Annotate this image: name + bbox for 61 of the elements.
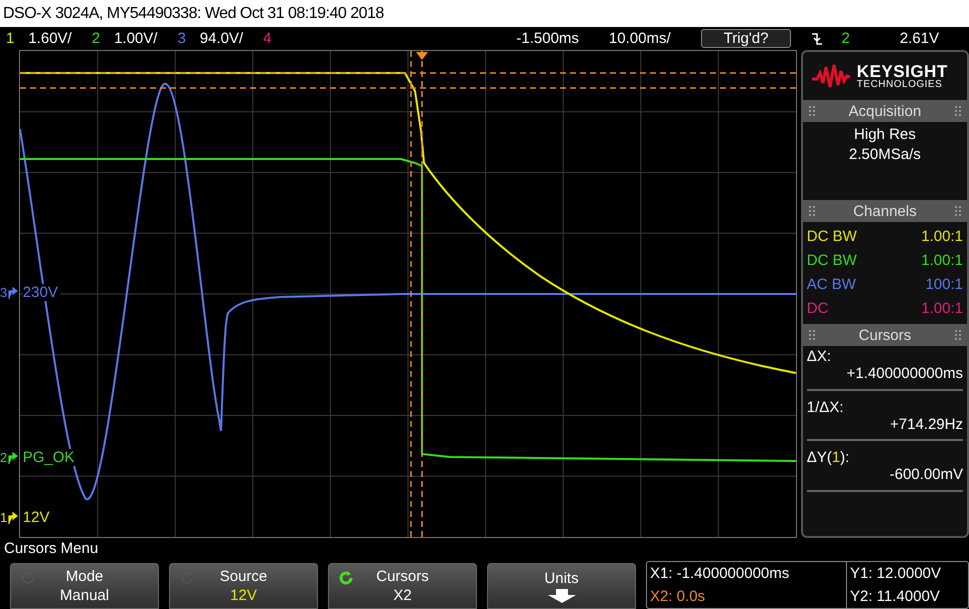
channel-scale: 94.0V/ [200,30,244,47]
probe-ratio: 100:1 [925,275,963,295]
softkey-button[interactable]: Mode Manual [10,563,159,609]
grip-icon [808,206,815,216]
window-title: DSO-X 3024A, MY54490338: Wed Oct 31 08:19:40 2018 [0,0,969,27]
timebase: 10.00ms/ [608,30,671,47]
grip-icon [955,330,961,340]
trigger-level: 2.61V [900,30,939,47]
logo-name: KEYSIGHT [856,62,948,80]
channel-scale: 1.60V/ [28,30,72,47]
falling-edge-icon [811,32,824,46]
channel-number: 3 [0,285,8,300]
readout-value: Y2: 11.4000V [850,588,941,605]
readout-value: X2: 0.0s [650,588,706,605]
grip-icon [955,106,961,116]
grip-icon [955,206,961,216]
channel-coupling: DC BW [806,227,857,247]
channel-number: 4 [263,30,272,47]
probe-ratio: 1.00:1 [921,227,963,247]
channel-coupling: AC BW [806,275,856,295]
readout-value: -600.00mV [890,466,963,484]
probe-ratio: 1.00:1 [921,251,963,271]
logo-tagline: TECHNOLOGIES [856,80,944,90]
waveform-logo-icon [810,63,851,89]
ground-marker-icon [8,286,18,300]
ground-marker-icon [8,510,18,524]
readout-label: ΔY(1): [806,449,850,466]
channel-coupling: DC BW [806,251,857,271]
ground-marker-icon [8,450,18,464]
section-title: Channels [853,202,917,220]
time-delay: -1.500ms [516,30,579,47]
channel-coupling: DC [806,299,828,319]
section-title: Acquisition [848,102,922,120]
grip-icon [808,106,815,116]
trigger-source: 2 [841,30,850,47]
readout-value: X1: -1.400000000ms [650,565,790,582]
channel-number: 3 [177,30,186,47]
menu-title: Cursors Menu [3,539,100,559]
channel-number: 1 [6,30,14,47]
acquisition-mode: High Res [854,126,916,143]
readout-value: +1.400000000ms [846,365,963,382]
grip-icon [808,330,815,340]
channel-number: 2 [0,450,8,465]
channel-label: 230V [22,284,60,301]
softkey-button[interactable]: Units [487,563,636,609]
readout-value: +714.29Hz [890,416,963,433]
softkey-button[interactable]: Source 12V [169,563,318,609]
channel-scale: 1.00V/ [114,30,158,47]
readout-value: Y1: 12.0000V [850,565,942,582]
readout-label: ΔX: [806,348,832,366]
channel-number: 2 [92,30,100,47]
down-arrow-icon [546,588,576,602]
probe-ratio: 1.00:1 [921,299,963,319]
channel-label: PG_OK [22,449,76,466]
softkey-button[interactable]: Cursors X2 [328,563,477,609]
trigger-marker-icon [416,52,428,60]
channel-number: 1 [0,510,8,525]
trigger-status: Trig'd? [700,29,792,48]
sample-rate: 2.50MSa/s [849,146,921,163]
readout-label: 1/ΔX: [806,398,844,416]
section-title: Cursors [858,326,912,344]
